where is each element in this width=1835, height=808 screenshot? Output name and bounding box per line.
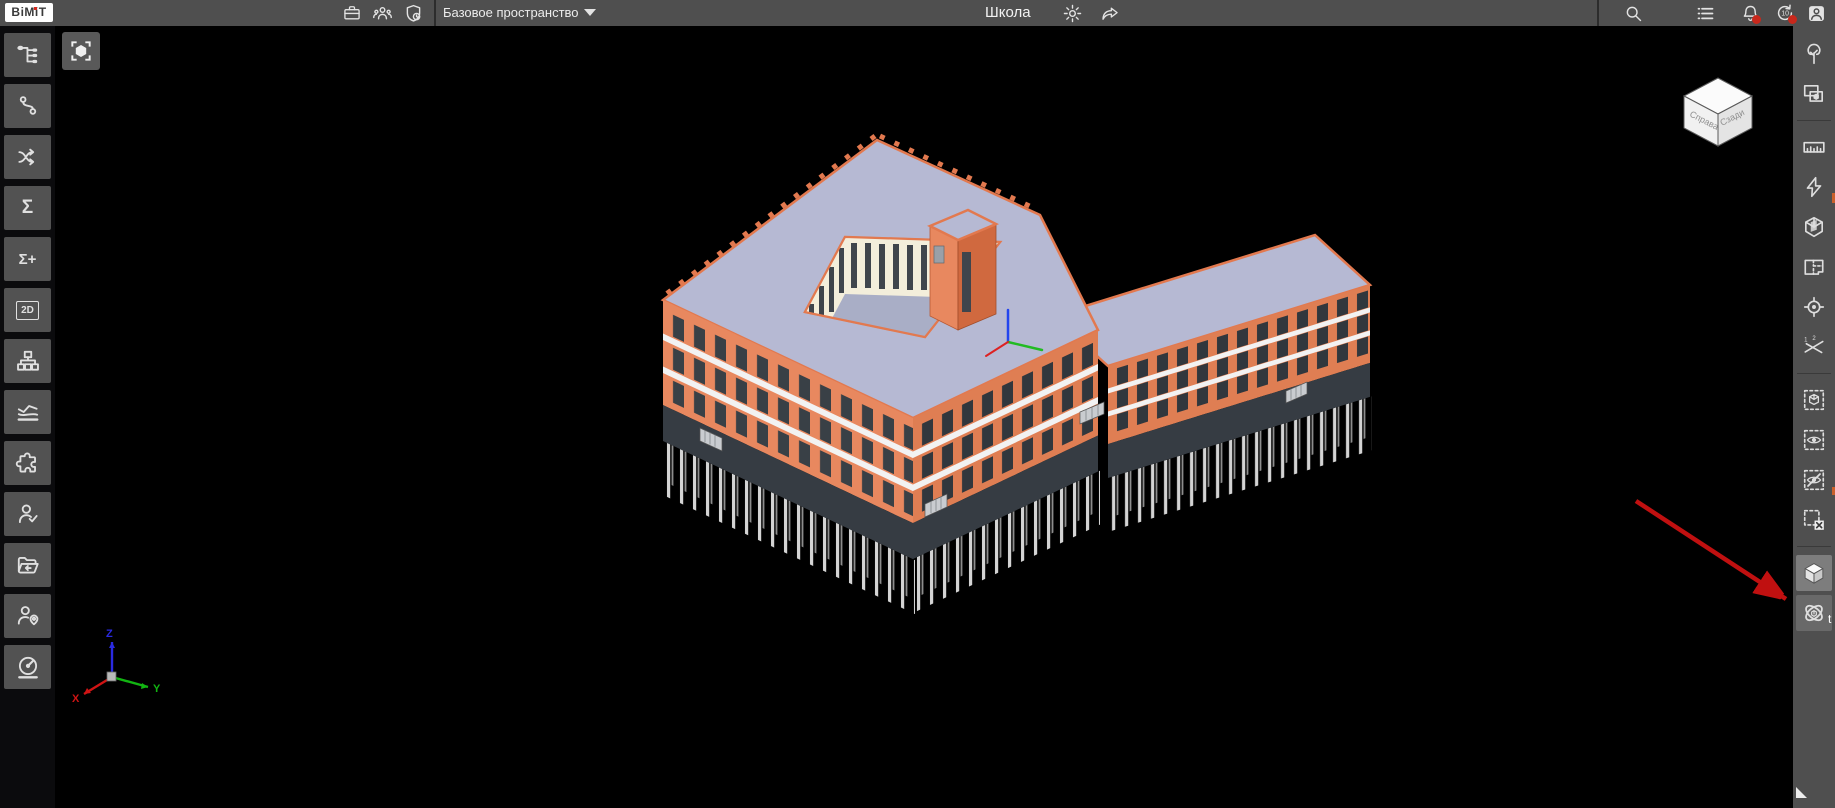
axis-x-label: X <box>72 693 80 705</box>
logo-accent-dot <box>34 7 37 10</box>
model-tree-button[interactable] <box>4 33 51 77</box>
clash-flash-button[interactable] <box>1796 169 1832 205</box>
view-cube-button[interactable] <box>1796 555 1832 591</box>
shield-clock-icon[interactable] <box>401 1 425 25</box>
select-region-button[interactable] <box>62 32 100 70</box>
project-title: Школа <box>985 0 1031 26</box>
toolbar-separator <box>1797 120 1831 121</box>
top-bar: BiMiT Базовое пространство Школа 10 <box>0 0 1835 26</box>
axis-y-label: Y <box>153 683 161 695</box>
history-refresh-icon[interactable]: 10 <box>1773 1 1797 25</box>
notification-badge <box>1752 15 1761 24</box>
hierarchy-button[interactable] <box>4 339 51 383</box>
relations-branch-button[interactable] <box>4 84 51 128</box>
settings-gear-icon[interactable] <box>1060 1 1084 25</box>
toolbar-separator <box>1797 373 1831 374</box>
sigma-plus-glyph: Σ+ <box>19 251 37 268</box>
orbit-mode-button[interactable] <box>1796 595 1832 631</box>
annotation-arrow <box>1636 501 1786 599</box>
measure-ruler-button[interactable] <box>1796 129 1832 165</box>
section-cube-button[interactable] <box>1796 209 1832 245</box>
notifications-bell-icon[interactable] <box>1738 1 1762 25</box>
analytics-trends-button[interactable] <box>4 390 51 434</box>
structure-tree-button[interactable] <box>1796 36 1832 72</box>
show-eye-button[interactable] <box>1796 422 1832 458</box>
select-object-button[interactable] <box>1796 76 1832 112</box>
2d-glyph: 2D <box>16 301 39 320</box>
app-logo[interactable]: BiMiT <box>5 3 53 22</box>
workspace-dropdown-label[interactable]: Базовое пространство <box>443 0 579 26</box>
search-icon[interactable] <box>1621 1 1645 25</box>
viewport-3d[interactable]: Справа Сзади Z X Y <box>0 0 1835 808</box>
tooltip-fragment: t <box>1828 612 1831 626</box>
clear-selection-button[interactable] <box>1796 502 1832 538</box>
select-region-icon <box>68 38 94 64</box>
user-location-button[interactable] <box>4 594 51 638</box>
view-2d-button[interactable]: 2D <box>4 288 51 332</box>
hide-eye-button[interactable] <box>1796 462 1832 498</box>
app-logo-text: BiMiT <box>11 5 46 19</box>
building-model[interactable] <box>663 136 1372 621</box>
selection-cube-button[interactable] <box>1796 382 1832 418</box>
floor-plan-button[interactable] <box>1796 249 1832 285</box>
axes-grid-button[interactable]: 1 2 <box>1796 329 1832 365</box>
sigma-glyph: Σ <box>22 197 33 219</box>
account-avatar-icon[interactable] <box>1804 1 1828 25</box>
shuffle-button[interactable] <box>4 135 51 179</box>
axis-label-1: 1 <box>1804 338 1808 344</box>
briefcase-icon[interactable] <box>340 1 364 25</box>
axis-triad: Z X Y <box>72 628 161 705</box>
top-bar-separator-right <box>1597 0 1599 26</box>
sum-button[interactable]: Σ <box>4 186 51 230</box>
bimit-app: { "top_bar": { "logo": "BiMiT", "workspa… <box>0 0 1835 808</box>
menu-list-icon[interactable] <box>1693 1 1717 25</box>
stair-tower <box>930 210 996 330</box>
focus-target-button[interactable] <box>1796 289 1832 325</box>
team-icon[interactable] <box>370 1 394 25</box>
top-bar-separator <box>434 0 436 26</box>
dashboard-gauge-button[interactable] <box>4 645 51 689</box>
user-approve-button[interactable] <box>4 492 51 536</box>
history-badge <box>1788 15 1797 24</box>
axis-label-2: 2 <box>1812 336 1816 342</box>
folder-import-button[interactable] <box>4 543 51 587</box>
resize-handle[interactable] <box>1796 787 1807 798</box>
toolbar-separator <box>1797 546 1831 547</box>
chevron-down-icon[interactable] <box>584 9 596 16</box>
left-toolbar: Σ Σ+ 2D <box>0 26 55 808</box>
view-cube[interactable]: Справа Сзади <box>1684 78 1752 146</box>
axis-z-label: Z <box>106 628 113 640</box>
share-icon[interactable] <box>1098 1 1122 25</box>
plugins-puzzle-button[interactable] <box>4 441 51 485</box>
right-toolbar: 1 2 <box>1793 26 1835 808</box>
sum-add-button[interactable]: Σ+ <box>4 237 51 281</box>
